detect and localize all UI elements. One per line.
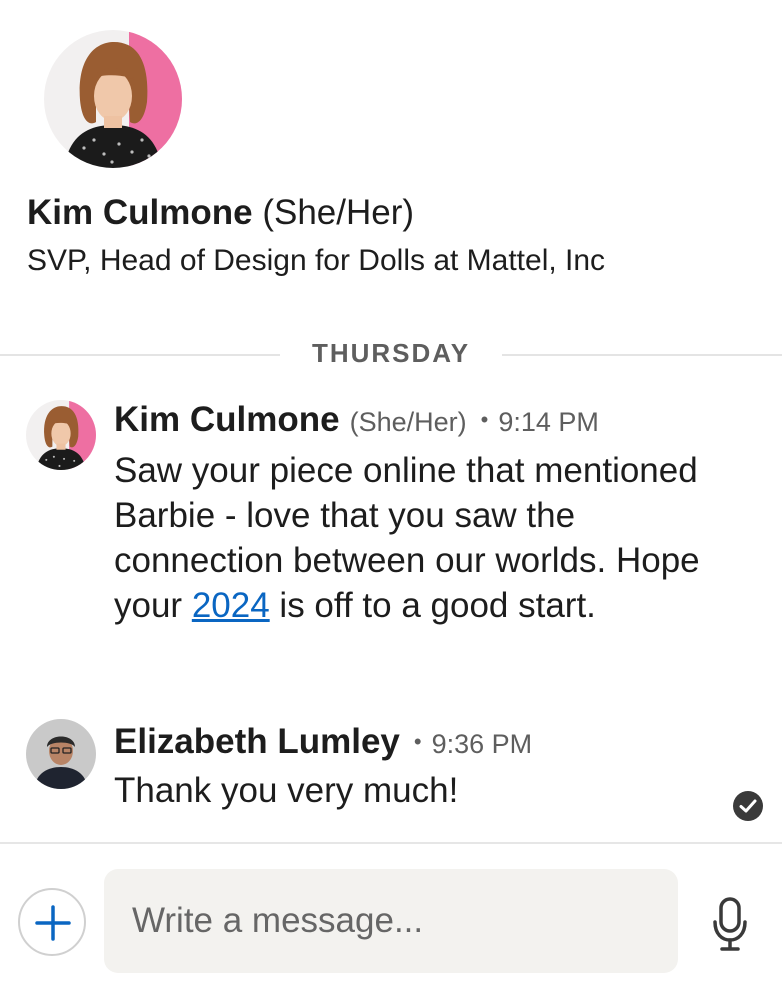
profile-name-text: Kim Culmone [27, 193, 253, 232]
conversation-profile-header: Kim Culmone (She/Her) SVP, Head of Desig… [0, 0, 782, 320]
message-text: Saw your piece online that mentioned Bar… [114, 448, 714, 628]
voice-message-button[interactable] [710, 896, 750, 952]
microphone-icon [713, 897, 747, 951]
day-divider-label: THURSDAY [311, 338, 471, 368]
day-divider: THURSDAY [0, 336, 782, 372]
message-item: Elizabeth Lumley • 9:36 PM Thank you very … [0, 716, 782, 816]
sender-name[interactable]: Kim Culmone [114, 400, 340, 439]
message-link[interactable]: 2024 [192, 586, 270, 625]
message-text-part: is off to a good start. [269, 586, 596, 625]
message-header: Kim Culmone (She/Her) • 9:14 PM [114, 400, 599, 440]
plus-icon [35, 905, 71, 941]
divider-line-right [502, 354, 782, 356]
message-header: Elizabeth Lumley • 9:36 PM [114, 722, 532, 762]
message-text: Thank you very much! [114, 771, 459, 810]
separator-dot: • [480, 407, 489, 432]
divider-line-left [0, 354, 280, 356]
check-circle-icon [732, 790, 764, 822]
message-time: 9:36 PM [431, 729, 533, 759]
sender-pronouns: (She/Her) [349, 407, 467, 437]
message-time: 9:14 PM [498, 407, 599, 437]
message-item: Kim Culmone (She/Her) • 9:14 PM Saw your pi… [0, 396, 782, 686]
composer-divider [0, 842, 782, 844]
profile-pronouns: (She/Her) [262, 193, 415, 232]
sender-avatar[interactable] [26, 719, 96, 789]
profile-name[interactable]: Kim Culmone (She/Her) [27, 193, 414, 233]
profile-avatar[interactable] [44, 30, 182, 168]
sender-name[interactable]: Elizabeth Lumley [114, 722, 400, 761]
profile-headline: SVP, Head of Design for Dolls at Mattel,… [27, 244, 606, 277]
sender-avatar[interactable] [26, 400, 96, 470]
add-attachment-button[interactable] [18, 888, 86, 956]
message-input[interactable] [104, 869, 678, 973]
separator-dot: • [413, 729, 422, 754]
